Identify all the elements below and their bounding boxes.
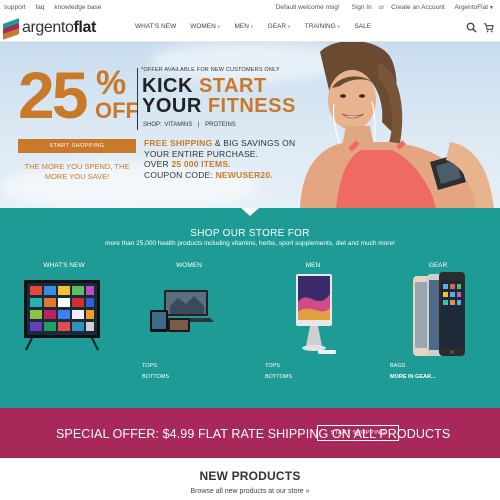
headline-word: KICK — [142, 75, 199, 97]
nav-label: GEAR — [267, 23, 287, 30]
discount-off: OFF — [95, 98, 139, 123]
shop-proteins-link[interactable]: PROTEINS — [205, 122, 236, 128]
special-start-shopping-button[interactable]: START SHOPPING — [317, 425, 399, 441]
chevron-down-icon: ∨ — [336, 24, 341, 30]
promo-accent: FREE SHIPPING — [144, 138, 213, 148]
logo-mark-icon — [3, 18, 19, 40]
women-tops-link[interactable]: TOPS — [142, 361, 169, 372]
welcome-message: Default welcome msg! — [275, 4, 340, 11]
phone-product-image[interactable] — [411, 272, 467, 358]
nav-item-men[interactable]: MEN∨ — [235, 23, 254, 30]
shop-store-title: SHOP OUR STORE FOR — [190, 228, 310, 239]
hero-shop-links: SHOP: VITAMINS | PROTEINS — [143, 122, 240, 128]
nav-label: WHAT'S NEW — [135, 23, 177, 30]
hero-promo-text: FREE SHIPPING & BIG SAVINGS ON YOUR ENTI… — [144, 138, 295, 180]
nav-item-training[interactable]: TRAINING∨ — [305, 23, 341, 30]
gear-more-link[interactable]: MORE IN GEAR... — [390, 372, 436, 383]
hero-headline: KICK START YOUR FITNESS — [142, 76, 296, 116]
new-products-link[interactable]: Browse all new products at our store » — [0, 488, 500, 495]
category-label-gear[interactable]: GEAR — [393, 262, 483, 269]
hero-start-shopping-button[interactable]: START SHOPPING — [18, 139, 136, 153]
nav-label: SALE — [354, 23, 372, 30]
women-sublinks: TOPS BOTTOMS — [142, 361, 169, 383]
faq-link[interactable]: faq — [36, 4, 45, 11]
discount-number: 25 — [18, 58, 88, 132]
utility-links: support faq knowledge base — [4, 4, 109, 11]
sign-in-link[interactable]: Sign In — [351, 4, 371, 11]
nav-label: TRAINING — [304, 23, 336, 30]
offer-note: *OFFER AVAILABLE FOR NEW CUSTOMERS ONLY — [141, 67, 280, 73]
create-account-link[interactable]: Create an Account — [391, 4, 444, 11]
promo-line: OVER 25 000 ITEMS. — [144, 159, 295, 170]
special-offer-band: SPECIAL OFFER: $4.99 FLAT RATE SHIPPING … — [0, 408, 500, 458]
nav-item-women[interactable]: WOMEN∨ — [190, 23, 220, 30]
promo-line: FREE SHIPPING & BIG SAVINGS ON — [144, 138, 295, 149]
shop-store-section: SHOP OUR STORE FOR more than 25,000 heal… — [0, 208, 500, 408]
category-label-whats-new[interactable]: WHAT'S NEW — [19, 262, 109, 269]
shop-separator: | — [197, 122, 200, 128]
promo-line: COUPON CODE: NEWUSER20. — [144, 170, 295, 181]
men-sublinks: TOPS BOTTOMS — [265, 361, 292, 383]
men-tops-link[interactable]: TOPS — [265, 361, 292, 372]
category-label-women[interactable]: WOMEN — [144, 262, 234, 269]
search-icon[interactable] — [466, 22, 477, 33]
main-nav: WHAT'S NEW WOMEN∨ MEN∨ GEAR∨ TRAINING∨ S… — [135, 23, 385, 30]
store-switcher[interactable]: ArgentoFlat▼ — [454, 4, 494, 11]
gear-bags-link[interactable]: BAGS — [390, 361, 436, 372]
coupon-code: NEWUSER20. — [215, 169, 273, 180]
promo-accent: 25 000 ITEMS. — [171, 159, 231, 169]
site-header: argentoflat WHAT'S NEW WOMEN∨ MEN∨ GEAR∨… — [0, 14, 500, 42]
promo-text: COUPON CODE: — [144, 169, 216, 180]
headline-line-1: KICK START — [142, 76, 296, 96]
nav-item-whats-new[interactable]: WHAT'S NEW — [135, 23, 176, 30]
shop-vitamins-link[interactable]: VITAMINS — [164, 122, 192, 128]
header-icons — [460, 22, 494, 33]
chevron-down-icon: ∨ — [216, 24, 221, 30]
support-link[interactable]: support — [4, 4, 26, 11]
hero-tagline: THE MORE YOU SPEND, THE MORE YOU SAVE! — [24, 162, 130, 181]
nav-label: MEN — [234, 23, 249, 30]
headline-line-2: YOUR FITNESS — [142, 96, 296, 116]
desktop-product-image[interactable] — [290, 272, 338, 356]
knowledge-base-link[interactable]: knowledge base — [54, 4, 101, 11]
or-text: or — [378, 4, 385, 11]
new-products-title: NEW PRODUCTS — [199, 469, 301, 483]
headline-accent: START — [198, 75, 267, 97]
logo-text-light: argento — [22, 19, 74, 36]
men-bottoms-link[interactable]: BOTTOMS — [265, 372, 292, 383]
chevron-down-icon: ∨ — [249, 24, 254, 30]
headline-word: YOUR — [142, 95, 208, 117]
store-switcher-label: ArgentoFlat — [454, 4, 489, 11]
chevron-down-icon: ▼ — [489, 5, 494, 11]
logo-text-bold: flat — [73, 19, 96, 36]
shop-label: SHOP: — [143, 122, 162, 128]
account-links: Default welcome msg! Sign In or Create a… — [271, 4, 494, 11]
shop-store-subtitle: more than 25,000 health products includi… — [105, 240, 395, 247]
women-bottoms-link[interactable]: BOTTOMS — [142, 372, 169, 383]
nav-item-gear[interactable]: GEAR∨ — [268, 23, 291, 30]
nav-item-sale[interactable]: SALE — [354, 23, 371, 30]
chevron-down-icon: ∨ — [287, 24, 291, 30]
cart-icon[interactable] — [483, 22, 494, 33]
discount-percent-sign: % — [96, 64, 127, 102]
gear-sublinks: BAGS MORE IN GEAR... — [390, 361, 436, 383]
logo[interactable]: argentoflat — [3, 18, 96, 40]
nav-label: WOMEN — [190, 23, 216, 30]
tv-product-image[interactable] — [22, 276, 102, 352]
category-label-men[interactable]: MEN — [268, 262, 358, 269]
laptop-product-image[interactable] — [148, 288, 214, 334]
section-notch — [241, 208, 259, 216]
logo-text: argentoflat — [22, 19, 96, 37]
promo-line: YOUR ENTIRE PURCHASE. — [144, 148, 259, 159]
top-utility-bar: support faq knowledge base Default welco… — [0, 0, 500, 14]
hero-divider — [137, 68, 138, 130]
fitness-woman-image — [300, 42, 494, 208]
hero-banner: 25 % OFF *OFFER AVAILABLE FOR NEW CUSTOM… — [0, 42, 500, 208]
promo-text: OVER — [144, 159, 172, 169]
